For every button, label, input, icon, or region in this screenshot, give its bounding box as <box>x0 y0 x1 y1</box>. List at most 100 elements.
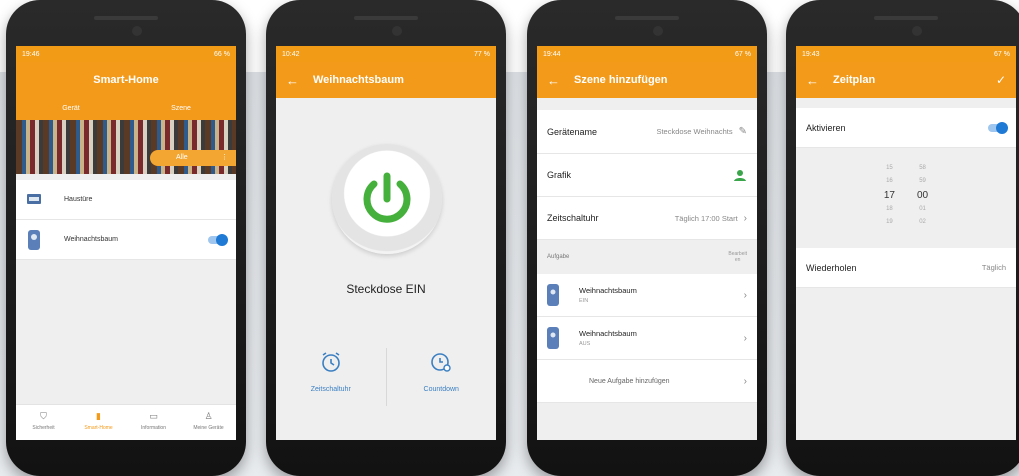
activate-row: Aktivieren <box>796 108 1016 148</box>
edit-icon[interactable]: ✎ <box>739 126 747 137</box>
nav-smart-home[interactable]: ▮ Smart-Home <box>71 405 126 440</box>
app-bar: Smart-Home <box>16 62 236 98</box>
status-time: 19:44 <box>543 50 561 58</box>
minute-option: 01 <box>919 206 926 212</box>
device-name: Weihnachtsbaum <box>64 236 118 243</box>
more-icon[interactable]: ⋮ <box>221 150 228 166</box>
smart-plug-icon <box>547 327 559 349</box>
app-bar: ← Zeitplan ✓ <box>796 62 1016 98</box>
message-icon: ▭ <box>149 411 158 421</box>
phone-add-scene: 19:44 67 % ← Szene hinzufügen Gerätename… <box>527 0 767 476</box>
status-bar: 19:44 67 % <box>537 46 757 62</box>
device-name-value: Steckdose Weihnachts <box>656 127 733 136</box>
device-name: Haustüre <box>64 196 93 203</box>
back-arrow-icon[interactable]: ← <box>806 73 819 88</box>
nav-label: Information <box>140 425 166 431</box>
timer-button[interactable]: Zeitschaltuhr <box>276 342 386 412</box>
timer-label: Zeitschaltuhr <box>310 386 351 393</box>
tab-device[interactable]: Gerät <box>16 98 126 120</box>
status-battery: 77 % <box>474 50 490 58</box>
socket-state: Steckdose EIN <box>346 282 426 296</box>
countdown-label: Countdown <box>423 386 459 393</box>
minute-option: 59 <box>919 178 926 184</box>
chevron-right-icon: › <box>743 212 747 224</box>
status-battery: 67 % <box>994 50 1010 58</box>
status-bar: 19:43 67 % <box>796 46 1016 62</box>
time-picker[interactable]: 15 16 17 18 19 58 59 00 01 02 <box>796 148 1016 248</box>
task-state: AUS <box>579 341 591 347</box>
home-icon: ▮ <box>96 411 101 421</box>
tab-scene[interactable]: Szene <box>126 98 236 120</box>
power-button[interactable] <box>332 144 442 254</box>
camera <box>653 26 663 36</box>
nav-my-devices[interactable]: ♙ Meine Geräte <box>181 405 236 440</box>
task-state: EIN <box>579 298 589 304</box>
nav-security[interactable]: ⛉ Sicherheit <box>16 405 71 440</box>
device-row-weihnachtsbaum[interactable]: Weihnachtsbaum <box>16 220 236 260</box>
add-task-label: Neue Aufgabe hinzufügen <box>589 377 670 385</box>
chevron-right-icon: › <box>743 289 747 301</box>
chevron-right-icon: › <box>743 375 747 387</box>
nav-label: Smart-Home <box>84 425 113 431</box>
nav-information[interactable]: ▭ Information <box>126 405 181 440</box>
device-row-haustuere[interactable]: Haustüre <box>16 180 236 220</box>
back-arrow-icon[interactable]: ← <box>547 73 560 88</box>
camera <box>392 26 402 36</box>
countdown-button[interactable]: Countdown <box>387 342 497 412</box>
camera <box>912 26 922 36</box>
timer-value: Täglich 17:00 Start <box>674 213 738 223</box>
activate-label: Aktivieren <box>806 122 846 133</box>
page-title: Smart-Home <box>93 74 159 86</box>
timer-row[interactable]: Zeitschaltuhr Täglich 17:00 Start › <box>537 197 757 240</box>
back-arrow-icon[interactable]: ← <box>286 73 299 88</box>
shield-icon: ⛉ <box>40 411 47 421</box>
phone-smart-home: 19:46 66 % Smart-Home Gerät Szene Alle ⋮… <box>6 0 246 476</box>
status-bar: 19:46 66 % <box>16 46 236 62</box>
add-task-row[interactable]: Neue Aufgabe hinzufügen › <box>537 360 757 403</box>
device-toggle[interactable] <box>208 233 228 246</box>
nav-label: Sicherheit <box>32 425 55 431</box>
minute-column[interactable]: 58 59 00 01 02 <box>917 162 928 248</box>
selected-minute: 00 <box>917 190 929 201</box>
hour-column[interactable]: 15 16 17 18 19 <box>884 162 895 248</box>
phone-schedule: 19:43 67 % ← Zeitplan ✓ Aktivieren 15 16… <box>786 0 1019 476</box>
page-title: Zeitplan <box>833 74 876 86</box>
repeat-value: Täglich <box>981 263 1006 272</box>
hour-option: 15 <box>886 165 893 171</box>
task-name: Weihnachtsbaum <box>579 286 637 295</box>
repeat-label: Wiederholen <box>806 262 857 273</box>
power-icon <box>363 172 411 223</box>
task-row[interactable]: Weihnachtsbaum AUS › <box>537 317 757 360</box>
status-time: 19:43 <box>802 50 820 58</box>
activate-toggle[interactable] <box>988 121 1008 134</box>
screen: 19:43 67 % ← Zeitplan ✓ Aktivieren 15 16… <box>796 46 1016 440</box>
all-filter-label: Alle <box>176 154 188 161</box>
row-label: Grafik <box>547 170 572 180</box>
confirm-check-icon[interactable]: ✓ <box>996 73 1006 87</box>
speaker <box>615 16 679 20</box>
selected-hour: 17 <box>883 190 895 201</box>
hour-option: 18 <box>886 206 893 212</box>
timer-buttons: Zeitschaltuhr Countdown <box>276 342 496 412</box>
alarm-clock-icon <box>321 352 340 372</box>
all-filter-button[interactable]: Alle ⋮ <box>150 150 236 166</box>
status-time: 10:42 <box>282 50 300 58</box>
task-name: Weihnachtsbaum <box>579 329 637 338</box>
smart-plug-icon <box>547 284 559 306</box>
device-name-row[interactable]: Gerätename Steckdose Weihnachts ✎ <box>537 110 757 154</box>
speaker <box>874 16 938 20</box>
app-bar: ← Weihnachtsbaum <box>276 62 496 98</box>
screen: 19:46 66 % Smart-Home Gerät Szene Alle ⋮… <box>16 46 236 440</box>
phone-device-detail: 10:42 77 % ← Weihnachtsbaum Steckdose EI… <box>266 0 506 476</box>
edit-button[interactable]: Bearbeit en <box>728 251 747 263</box>
user-icon: ♙ <box>204 411 213 421</box>
bookshelf-banner: Alle ⋮ <box>16 120 236 174</box>
countdown-clock-icon <box>431 353 451 372</box>
status-battery: 66 % <box>214 50 230 58</box>
repeat-row[interactable]: Wiederholen Täglich <box>796 248 1016 288</box>
smart-plug-icon <box>28 229 40 250</box>
task-row[interactable]: Weihnachtsbaum EIN › <box>537 274 757 317</box>
section-title: Aufgabe <box>547 254 570 260</box>
graphic-row[interactable]: Grafik <box>537 154 757 197</box>
status-battery: 67 % <box>735 50 751 58</box>
